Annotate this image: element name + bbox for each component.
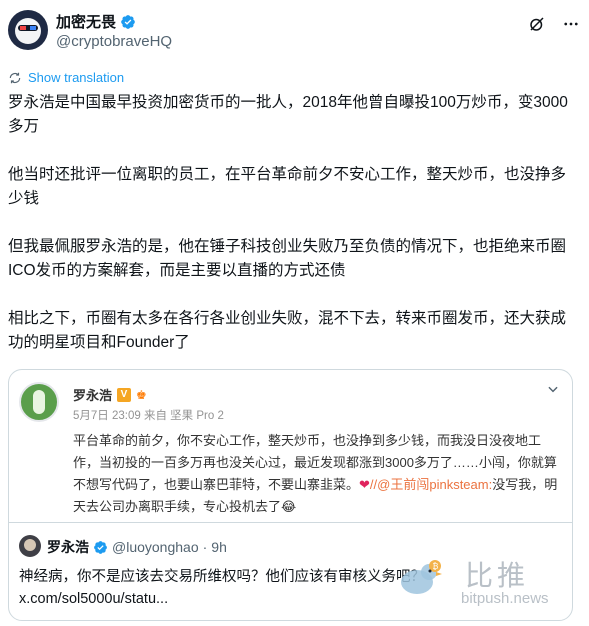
tweet-paragraph: 但我最佩服罗永浩的是，他在锤子科技创业失败乃至负债的情况下，也拒绝来币圈 ICO… <box>8 238 567 279</box>
account-avatar[interactable] <box>8 10 48 50</box>
tweet-paragraph: 相比之下，币圈有太多在各行各业创业失败，混不下去，转来币圈发币，还大获成功的明星… <box>8 310 567 351</box>
translate-icon <box>9 72 21 83</box>
quoted-text: 神经病，你不是应该去交易所维权吗？他们应该有审核义务吧？ x.com/sol50… <box>19 566 439 610</box>
tweet-header: 加密无畏 @cryptobraveHQ <box>8 8 581 54</box>
weibo-fan-badge-icon: ♚ <box>136 387 147 402</box>
weibo-screenshot: 罗永浩 V ♚ 5月7日 23:09 来自 坚果 Pro 2 平台革命的前夕，你… <box>9 370 572 522</box>
more-options-icon[interactable] <box>561 14 581 34</box>
quoted-header: 罗永浩 @luoyonghao · 9h <box>47 537 227 557</box>
quoted-avatar <box>19 535 41 557</box>
chevron-down-icon <box>548 386 558 393</box>
weibo-vip-badge: V <box>117 387 132 402</box>
verified-badge-icon <box>121 14 135 29</box>
weibo-name-row: 罗永浩 V ♚ <box>73 385 152 404</box>
weibo-avatar <box>19 382 59 422</box>
weibo-name: 罗永浩 <box>73 388 113 403</box>
name-row: 加密无畏 <box>56 11 136 32</box>
quoted-line: 神经病，你不是应该去交易所维权吗？他们应该有审核义务吧？ <box>19 569 425 585</box>
account-handle[interactable]: @cryptobraveHQ <box>56 33 172 50</box>
show-translation-link[interactable]: Show translation <box>8 70 124 85</box>
tweet-paragraph: 他当时还批评一位离职的员工，在平台革命前夕不安心工作，整天炒币，也没挣多少钱 <box>8 166 567 207</box>
heart-icon: ❤ <box>359 477 370 492</box>
quoted-name: 罗永浩 <box>47 539 89 555</box>
weibo-mention: //@王前闯pinksteam: <box>369 477 493 492</box>
separator-dot: · <box>202 539 208 555</box>
quoted-link[interactable]: x.com/sol5000u/statu... <box>19 588 439 610</box>
weibo-text: 平台革命的前夕，你不安心工作，整天炒币，也没挣到多少钱，而我没日没夜地工作，当初… <box>73 430 559 518</box>
watermark-cn: 比推 <box>465 560 530 591</box>
quoted-handle: @luoyonghao <box>112 539 199 555</box>
tweet-body: 罗永浩是中国最早投资加密货币的一批人，2018年他曾自曝投100万炒币，变300… <box>8 91 576 355</box>
header-tools <box>527 14 581 34</box>
watermark-en: bitpush.news <box>461 590 549 607</box>
weibo-meta: 5月7日 23:09 来自 坚果 Pro 2 <box>73 410 224 422</box>
laugh-emoji-icon: 😂 <box>281 499 297 514</box>
bird-logo-icon: ₿ <box>401 560 442 594</box>
svg-text:₿: ₿ <box>433 562 439 571</box>
tweet-paragraph: 罗永浩是中国最早投资加密货币的一批人，2018年他曾自曝投100万炒币，变300… <box>8 94 568 135</box>
verified-badge-icon <box>94 540 107 554</box>
watermark: ₿ 比推 bitpush.news <box>395 554 570 614</box>
grok-icon[interactable] <box>527 14 547 34</box>
quoted-time: 9h <box>211 539 227 555</box>
show-translation-label[interactable]: Show translation <box>28 70 124 85</box>
display-name[interactable]: 加密无畏 <box>56 11 116 32</box>
